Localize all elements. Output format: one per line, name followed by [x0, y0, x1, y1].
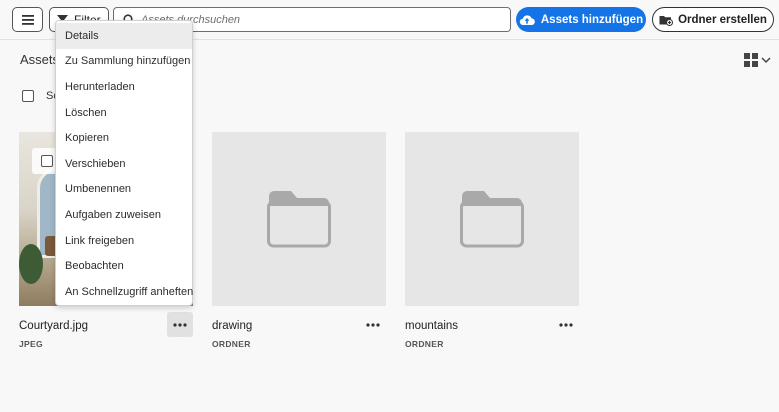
menu-item-add-to-collection[interactable]: Zu Sammlung hinzufügen [56, 49, 192, 75]
add-assets-button[interactable]: Assets hinzufügen [516, 7, 646, 32]
hamburger-icon [21, 14, 34, 25]
menu-item-assign-tasks[interactable]: Aufgaben zuweisen [56, 202, 192, 228]
view-switcher[interactable] [744, 53, 771, 67]
grid-view-icon [744, 53, 758, 67]
asset-type: ORDNER [405, 339, 444, 349]
menu-item-move[interactable]: Verschieben [56, 151, 192, 177]
asset-card-drawing[interactable]: drawing ORDNER [212, 132, 386, 349]
asset-type: JPEG [19, 339, 43, 349]
chevron-down-icon [761, 57, 771, 64]
more-actions-button[interactable] [167, 312, 193, 337]
search-input[interactable] [141, 13, 501, 26]
folder-thumbnail[interactable] [212, 132, 386, 306]
folder-add-icon [659, 15, 674, 26]
menu-item-rename[interactable]: Umbenennen [56, 177, 192, 203]
breadcrumb[interactable]: Assets [20, 52, 59, 67]
folder-icon [460, 191, 524, 248]
more-icon [173, 322, 187, 327]
select-all[interactable]: Sc [22, 90, 59, 102]
create-folder-label: Ordner erstellen [678, 13, 767, 26]
asset-name: mountains [405, 320, 459, 332]
menu-item-download[interactable]: Herunterladen [56, 74, 192, 100]
menu-item-copy[interactable]: Kopieren [56, 125, 192, 151]
more-actions-button[interactable] [553, 312, 579, 337]
create-folder-button[interactable]: Ordner erstellen [652, 7, 774, 32]
menu-item-details[interactable]: Details [56, 23, 192, 49]
more-actions-button[interactable] [360, 312, 386, 337]
add-assets-label: Assets hinzufügen [540, 13, 644, 26]
menu-item-share-link[interactable]: Link freigeben [56, 228, 192, 254]
folder-thumbnail[interactable] [405, 132, 579, 306]
cloud-upload-icon [519, 14, 535, 25]
folder-icon [267, 191, 331, 248]
select-all-checkbox[interactable] [22, 90, 34, 102]
menu-item-delete[interactable]: Löschen [56, 100, 192, 126]
asset-name: drawing [212, 320, 253, 332]
checkbox-square [41, 155, 53, 167]
menu-item-watch[interactable]: Beobachten [56, 253, 192, 279]
asset-card-mountains[interactable]: mountains ORDNER [405, 132, 579, 349]
context-menu: Details Zu Sammlung hinzufügen Herunterl… [55, 20, 193, 306]
more-icon [366, 322, 380, 327]
menu-toggle-button[interactable] [12, 7, 43, 32]
more-icon [559, 322, 573, 327]
asset-type: ORDNER [212, 339, 251, 349]
menu-item-pin-quick-access[interactable]: An Schnellzugriff anheften [56, 279, 193, 305]
asset-name: Courtyard.jpg [19, 320, 89, 332]
